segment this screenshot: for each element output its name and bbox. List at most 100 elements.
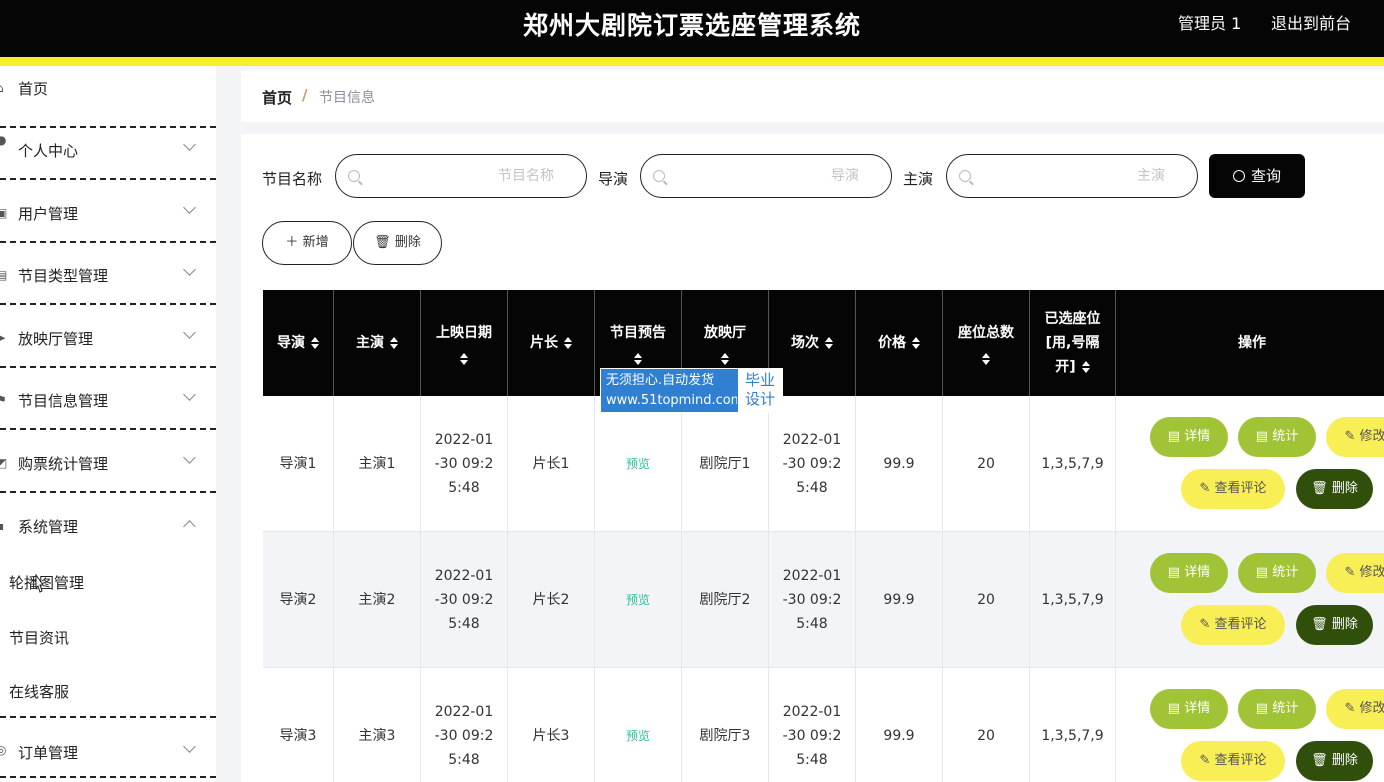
- chevron-down-icon: [183, 388, 196, 401]
- users-icon: ▣: [0, 206, 8, 220]
- search-icon: [1232, 170, 1245, 182]
- detail-button[interactable]: ▤ 详情: [1150, 417, 1228, 457]
- watermark-right2: 设计: [744, 390, 775, 408]
- stat-button[interactable]: ▤ 统计: [1238, 689, 1316, 729]
- sort-icon[interactable]: [1081, 361, 1090, 373]
- sidebar-item-label: 节目类型管理: [18, 267, 109, 285]
- sidebar-item-orders[interactable]: ◎ 订单管理: [0, 716, 216, 778]
- send-icon: ➤: [0, 331, 7, 345]
- sort-icon[interactable]: [825, 337, 833, 349]
- table-row: 导演3 主演3 2022-01 -30 09:2 5:48 片长3 预览 剧院厅…: [263, 668, 1384, 782]
- edit-button[interactable]: ✎ 修改: [1326, 553, 1384, 593]
- view-comments-button[interactable]: ✎ 查看评论: [1181, 741, 1285, 781]
- cell-seat-total: 20: [943, 396, 1030, 532]
- col-selected-seats[interactable]: 已选座位 [用,号隔 开]: [1030, 290, 1116, 396]
- sidebar-item-system[interactable]: ▪ 系统管理: [0, 494, 216, 556]
- sort-icon[interactable]: [564, 337, 572, 349]
- detail-button[interactable]: ▤ 详情: [1150, 689, 1228, 729]
- cell-showdate: 2022-01 -30 09:2 5:48: [421, 668, 508, 782]
- sidebar-item-halls[interactable]: ➤ 放映厅管理: [0, 306, 216, 368]
- cell-hall: 剧院厅1: [682, 396, 769, 532]
- director-input[interactable]: [640, 154, 892, 198]
- admin-user[interactable]: 管理员 1: [1178, 10, 1241, 34]
- query-button[interactable]: 查询: [1209, 154, 1305, 198]
- cell-session: 2022-01 -30 09:2 5:48: [769, 532, 856, 668]
- sort-icon[interactable]: [634, 353, 642, 365]
- watermark-line1: 无须担心.自动发货: [606, 373, 715, 388]
- sidebar-item-label: 节目信息管理: [18, 392, 109, 410]
- sidebar-item-users[interactable]: ▣ 用户管理: [0, 181, 216, 243]
- chart-icon: ◩: [0, 456, 8, 470]
- col-seat-total[interactable]: 座位总数: [943, 290, 1030, 396]
- cell-actor: 主演1: [334, 396, 421, 532]
- delete-button[interactable]: 🗑 删除: [1296, 469, 1373, 509]
- sort-icon[interactable]: [311, 337, 319, 349]
- preview-link[interactable]: 预览: [595, 532, 682, 668]
- col-price[interactable]: 价格: [856, 290, 943, 396]
- sidebar-subitem-service[interactable]: 在线客服: [9, 681, 69, 702]
- stat-button[interactable]: ▤ 统计: [1238, 553, 1316, 593]
- sidebar-item-label: 购票统计管理: [18, 455, 109, 473]
- batch-delete-button[interactable]: 🗑 删除: [353, 221, 442, 265]
- sort-icon[interactable]: [460, 353, 468, 365]
- stat-button[interactable]: ▤ 统计: [1238, 417, 1316, 457]
- breadcrumb: 首页 / 节目信息: [241, 70, 1384, 122]
- delete-button-label: 删除: [394, 235, 421, 250]
- grid-icon: ▪: [0, 519, 5, 533]
- col-director[interactable]: 导演: [263, 290, 334, 396]
- delete-button[interactable]: 🗑 删除: [1296, 605, 1373, 645]
- view-comments-button[interactable]: ✎ 查看评论: [1181, 469, 1285, 509]
- logout-link[interactable]: 退出到前台: [1271, 10, 1351, 34]
- content-panel: 节目名称 导演 主演 查询 ＋ 新增 🗑 删除 导演 主演 上映日期 片长 节目…: [241, 134, 1384, 782]
- breadcrumb-home[interactable]: 首页: [262, 87, 292, 108]
- sidebar-subitem-carousel[interactable]: 轮播图管理: [9, 572, 84, 593]
- sidebar-item-program-types[interactable]: ▤ 节目类型管理: [0, 243, 216, 305]
- cell-session: 2022-01 -30 09:2 5:48: [769, 396, 856, 532]
- chevron-down-icon: [183, 740, 196, 753]
- edit-button[interactable]: ✎ 修改: [1326, 689, 1384, 729]
- preview-link[interactable]: 预览: [595, 396, 682, 532]
- user-icon: ●: [0, 133, 7, 147]
- col-showdate[interactable]: 上映日期: [421, 290, 508, 396]
- sidebar-item-ticket-stats[interactable]: ◩ 购票统计管理: [0, 431, 216, 493]
- col-actor[interactable]: 主演: [334, 290, 421, 396]
- sidebar: ⌂ 首页 ● 个人中心 ▣ 用户管理 ▤ 节目类型管理 ➤ 放映厅管理 ⚑ 节目…: [0, 66, 216, 782]
- cell-director: 导演2: [263, 532, 334, 668]
- cell-operations: ▤ 详情 ▤ 统计 ✎ 修改 ✎ 查看评论 🗑 删除: [1116, 396, 1384, 532]
- accent-bar: [0, 57, 1384, 66]
- cell-price: 99.9: [856, 668, 943, 782]
- sort-icon[interactable]: [390, 337, 398, 349]
- sort-icon[interactable]: [721, 353, 729, 365]
- sidebar-subitem-news[interactable]: 节目资讯: [9, 627, 69, 648]
- chevron-down-icon: [183, 138, 196, 151]
- cell-seat-total: 20: [943, 668, 1030, 782]
- cell-operations: ▤ 详情 ▤ 统计 ✎ 修改 ✎ 查看评论 🗑 删除: [1116, 532, 1384, 668]
- preview-link[interactable]: 预览: [595, 668, 682, 782]
- delete-button[interactable]: 🗑 删除: [1296, 741, 1373, 781]
- chevron-down-icon: [183, 263, 196, 276]
- actor-input[interactable]: [946, 154, 1198, 198]
- cell-showdate: 2022-01 -30 09:2 5:48: [421, 396, 508, 532]
- watermark-line2: www.51topmind.com: [606, 393, 744, 408]
- sidebar-item-label: 放映厅管理: [18, 330, 94, 348]
- app-title: 郑州大剧院订票选座管理系统: [522, 11, 861, 40]
- view-comments-button[interactable]: ✎ 查看评论: [1181, 605, 1285, 645]
- edit-button[interactable]: ✎ 修改: [1326, 417, 1384, 457]
- watermark-right1: 毕业: [744, 371, 775, 389]
- program-name-input[interactable]: [335, 154, 587, 198]
- add-button[interactable]: ＋ 新增: [262, 221, 352, 265]
- table-row: 导演2 主演2 2022-01 -30 09:2 5:48 片长2 预览 剧院厅…: [263, 532, 1384, 668]
- search-icon: [959, 170, 971, 182]
- col-duration[interactable]: 片长: [508, 290, 595, 396]
- detail-button[interactable]: ▤ 详情: [1150, 553, 1228, 593]
- sidebar-item-program-info[interactable]: ⚑ 节目信息管理: [0, 368, 216, 430]
- sort-icon[interactable]: [982, 353, 990, 365]
- breadcrumb-separator: /: [302, 86, 308, 104]
- sort-icon[interactable]: [912, 337, 920, 349]
- sidebar-item-profile[interactable]: ● 个人中心: [0, 118, 216, 180]
- plus-icon: ＋: [285, 235, 299, 250]
- order-icon: ◎: [0, 743, 7, 757]
- sidebar-item-label: 个人中心: [18, 142, 79, 160]
- home-icon: ⌂: [0, 82, 8, 94]
- cell-price: 99.9: [856, 396, 943, 532]
